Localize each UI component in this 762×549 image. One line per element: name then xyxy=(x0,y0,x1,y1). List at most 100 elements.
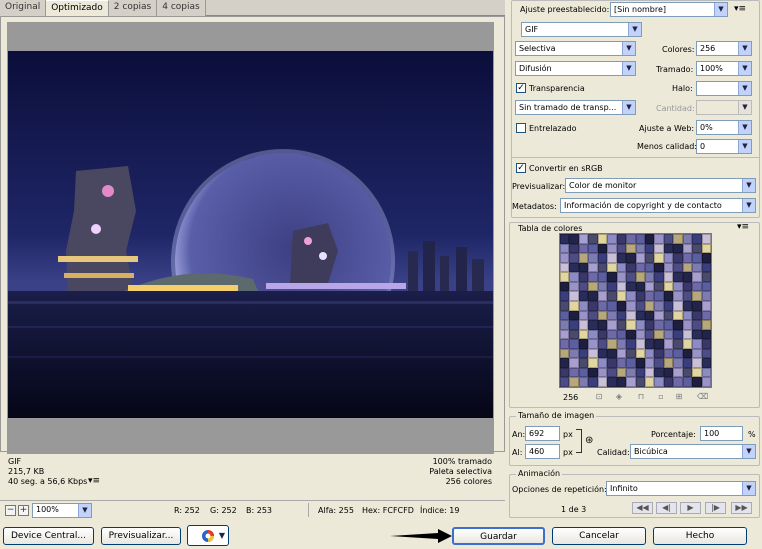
color-swatch[interactable] xyxy=(701,348,711,359)
color-swatch[interactable] xyxy=(560,367,570,378)
color-swatch[interactable] xyxy=(673,310,683,321)
color-swatch[interactable] xyxy=(626,253,636,263)
color-swatch[interactable] xyxy=(701,310,711,321)
tab-2-up[interactable]: 2 copias xyxy=(108,0,158,16)
color-swatch[interactable] xyxy=(701,281,711,292)
color-swatch[interactable] xyxy=(626,329,636,340)
color-swatch[interactable] xyxy=(616,234,627,244)
color-swatch[interactable] xyxy=(701,272,711,282)
color-swatch[interactable] xyxy=(654,300,664,311)
color-swatch[interactable] xyxy=(654,234,664,244)
color-swatch[interactable] xyxy=(560,291,570,301)
color-swatch[interactable] xyxy=(673,320,683,330)
color-swatch[interactable] xyxy=(635,234,645,244)
trash-icon[interactable]: ⌫ xyxy=(697,392,708,402)
height-input[interactable]: 460 xyxy=(525,444,560,459)
color-swatch[interactable] xyxy=(578,358,589,368)
save-button[interactable]: Guardar xyxy=(452,527,545,545)
color-swatch[interactable] xyxy=(682,339,693,349)
color-swatch[interactable] xyxy=(701,377,711,387)
color-swatch[interactable] xyxy=(682,262,693,273)
color-swatch[interactable] xyxy=(644,320,655,330)
color-swatch[interactable] xyxy=(560,348,570,359)
color-swatch[interactable] xyxy=(560,253,570,263)
color-swatch[interactable] xyxy=(569,339,579,349)
color-swatch[interactable] xyxy=(616,348,627,359)
color-swatch[interactable] xyxy=(616,329,627,340)
color-swatch[interactable] xyxy=(644,291,655,301)
color-swatch[interactable] xyxy=(635,300,645,311)
color-swatch[interactable] xyxy=(597,358,608,368)
color-swatch[interactable] xyxy=(588,300,598,311)
color-swatch[interactable] xyxy=(663,262,674,273)
color-swatch[interactable] xyxy=(644,272,655,282)
preview-select[interactable]: Color de monitor ▼ xyxy=(565,178,756,193)
color-swatch[interactable] xyxy=(597,281,608,292)
color-swatch[interactable] xyxy=(644,358,655,368)
color-swatch[interactable] xyxy=(588,348,598,359)
color-swatch[interactable] xyxy=(673,234,683,244)
color-swatch[interactable] xyxy=(588,281,598,292)
color-swatch[interactable] xyxy=(654,262,664,273)
color-swatch[interactable] xyxy=(663,348,674,359)
color-swatch[interactable] xyxy=(635,377,645,387)
color-swatch[interactable] xyxy=(569,243,579,254)
quality-select[interactable]: Bicúbica ▼ xyxy=(630,444,756,459)
color-swatch[interactable] xyxy=(692,320,702,330)
color-swatch[interactable] xyxy=(578,234,589,244)
color-swatch[interactable] xyxy=(616,310,627,321)
color-swatch[interactable] xyxy=(626,377,636,387)
color-swatch[interactable] xyxy=(569,291,579,301)
color-swatch[interactable] xyxy=(569,281,579,292)
color-swatch[interactable] xyxy=(644,339,655,349)
color-reduction-select[interactable]: Selectiva ▼ xyxy=(515,41,636,56)
color-swatch[interactable] xyxy=(616,367,627,378)
tab-optimized[interactable]: Optimizado xyxy=(46,0,109,16)
color-swatch[interactable] xyxy=(663,377,674,387)
color-swatch[interactable] xyxy=(654,358,664,368)
color-swatch[interactable] xyxy=(682,377,693,387)
color-swatch[interactable] xyxy=(560,320,570,330)
color-swatch[interactable] xyxy=(578,243,589,254)
color-swatch[interactable] xyxy=(635,253,645,263)
chain-link-icon[interactable]: ⊛ xyxy=(585,435,593,446)
color-swatch[interactable] xyxy=(560,300,570,311)
color-swatch[interactable] xyxy=(597,320,608,330)
lock-icon[interactable]: ⊓ xyxy=(636,392,646,402)
color-swatch[interactable] xyxy=(569,310,579,321)
color-swatch[interactable] xyxy=(635,320,645,330)
color-swatch[interactable] xyxy=(597,300,608,311)
matte-select[interactable]: ▼ xyxy=(696,81,752,96)
settings-menu-icon[interactable]: ▾≡ xyxy=(734,4,746,14)
color-swatch[interactable] xyxy=(635,358,645,368)
color-swatch[interactable] xyxy=(682,300,693,311)
color-swatch[interactable] xyxy=(607,281,617,292)
color-swatch[interactable] xyxy=(607,234,617,244)
prev-frame-button[interactable]: ◀| xyxy=(656,502,677,514)
web-snap-select[interactable]: 0% ▼ xyxy=(696,120,752,135)
color-swatch[interactable] xyxy=(569,253,579,263)
color-swatch[interactable] xyxy=(692,234,702,244)
color-swatch[interactable] xyxy=(673,243,683,254)
color-swatch[interactable] xyxy=(692,367,702,378)
color-swatch[interactable] xyxy=(578,348,589,359)
last-frame-button[interactable]: ▶▶ xyxy=(731,502,752,514)
color-swatch[interactable] xyxy=(682,310,693,321)
color-swatch[interactable] xyxy=(692,300,702,311)
color-swatch[interactable] xyxy=(569,358,579,368)
color-swatch[interactable] xyxy=(569,377,579,387)
color-swatch[interactable] xyxy=(701,358,711,368)
transparency-dither-select[interactable]: Sin tramado de transp... ▼ xyxy=(515,100,636,115)
color-swatch[interactable] xyxy=(701,300,711,311)
color-swatch[interactable] xyxy=(701,367,711,378)
color-swatch[interactable] xyxy=(578,300,589,311)
color-swatch[interactable] xyxy=(701,243,711,254)
color-swatch[interactable] xyxy=(701,291,711,301)
color-swatch[interactable] xyxy=(607,348,617,359)
color-swatch[interactable] xyxy=(597,377,608,387)
color-swatch[interactable] xyxy=(635,281,645,292)
color-swatch[interactable] xyxy=(607,262,617,273)
dither-amount-select[interactable]: 100% ▼ xyxy=(696,61,752,76)
color-swatch[interactable] xyxy=(644,262,655,273)
color-swatch[interactable] xyxy=(560,358,570,368)
